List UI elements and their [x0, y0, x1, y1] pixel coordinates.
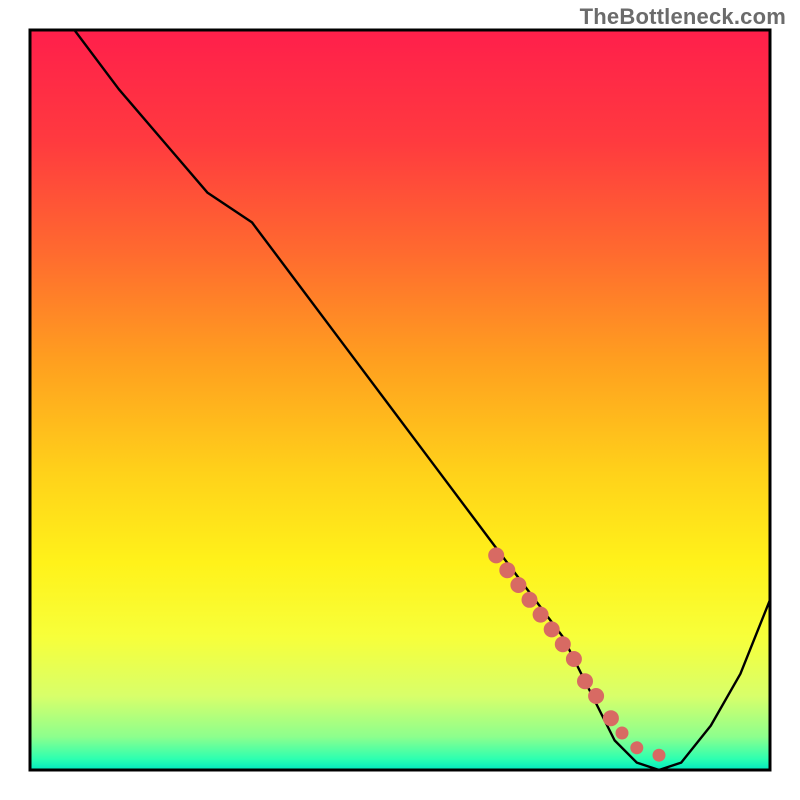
highlight-dot	[630, 741, 643, 754]
watermark-label: TheBottleneck.com	[580, 4, 786, 30]
highlight-dot	[588, 688, 604, 704]
highlight-dot	[533, 607, 549, 623]
highlight-dot	[522, 592, 538, 608]
highlight-dot	[544, 621, 560, 637]
highlight-dot	[616, 727, 629, 740]
chart-frame: TheBottleneck.com	[0, 0, 800, 800]
highlight-dot	[488, 547, 504, 563]
highlight-dot	[653, 749, 666, 762]
bottleneck-chart	[0, 0, 800, 800]
gradient-background	[30, 30, 770, 770]
highlight-dot	[603, 710, 619, 726]
highlight-dot	[510, 577, 526, 593]
highlight-dot	[577, 673, 593, 689]
highlight-dot	[555, 636, 571, 652]
highlight-dot	[566, 651, 582, 667]
highlight-dot	[499, 562, 515, 578]
